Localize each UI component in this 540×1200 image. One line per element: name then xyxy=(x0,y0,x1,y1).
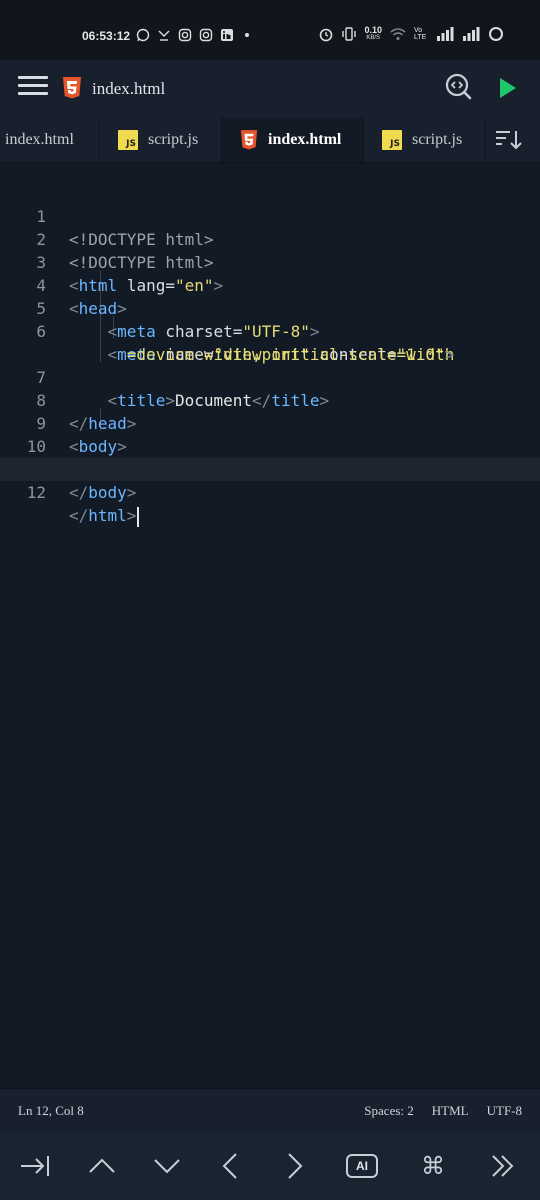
code-line: 6 <meta name="viewport" content="width xyxy=(0,297,540,364)
code-line-wrap: =device-width, initial-scale=1.0"> xyxy=(126,345,455,364)
tab-script-js[interactable]: JS script.js xyxy=(364,118,486,162)
text-cursor xyxy=(137,506,140,527)
file-title: index.html xyxy=(92,79,166,98)
code-line: 10 <script src="script.js"></script> xyxy=(0,412,540,479)
tab-key-button[interactable] xyxy=(19,1150,51,1182)
battery-icon xyxy=(489,27,503,41)
html5-icon xyxy=(240,130,258,150)
arrow-up-button[interactable] xyxy=(86,1150,118,1182)
shortcut-key-bar: AI ⌘ xyxy=(0,1132,540,1200)
code-line: 2 <!DOCTYPE html> xyxy=(0,205,540,272)
arrow-right-button[interactable] xyxy=(279,1150,311,1182)
chevron-right-icon xyxy=(288,1153,303,1179)
chevron-up-icon xyxy=(89,1158,115,1173)
cursor-position[interactable]: Ln 12, Col 8 xyxy=(18,1103,84,1119)
ai-assist-button[interactable]: AI xyxy=(346,1150,378,1182)
tab-index-html-active[interactable]: index.html xyxy=(222,118,364,162)
wifi-icon xyxy=(390,28,406,40)
encoding[interactable]: UTF-8 xyxy=(487,1103,522,1119)
code-line: 7 <title>Document</title> xyxy=(0,343,540,410)
network-speed: 0.10 KB/S xyxy=(364,25,382,42)
volte-label: Vo LTE xyxy=(414,27,427,41)
html5-icon xyxy=(63,77,81,99)
arrow-left-button[interactable] xyxy=(214,1150,246,1182)
language-mode[interactable]: HTML xyxy=(432,1103,469,1119)
command-button[interactable]: ⌘ xyxy=(417,1150,449,1182)
instagram-icon xyxy=(178,28,192,42)
tab-script-js[interactable]: JS script.js xyxy=(100,118,222,162)
editor-status-bar: Ln 12, Col 8 Spaces: 2 HTML UTF-8 xyxy=(0,1088,540,1133)
arrow-down-button[interactable] xyxy=(151,1150,183,1182)
js-file-icon: JS xyxy=(118,130,138,150)
code-line: 8 </head> xyxy=(0,366,540,433)
instagram-icon xyxy=(199,28,213,42)
ai-icon: AI xyxy=(346,1154,378,1178)
double-chevron-right-icon xyxy=(492,1155,514,1177)
code-search-icon[interactable] xyxy=(443,72,473,102)
code-line: 9 <body> xyxy=(0,389,540,456)
code-line: 1 <!DOCTYPE html> xyxy=(0,182,540,249)
hamburger-icon xyxy=(18,76,48,79)
chevron-left-icon xyxy=(222,1153,237,1179)
code-line-current: 12 </html> xyxy=(0,458,540,527)
alarm-icon xyxy=(320,28,333,42)
tab-arrow-icon xyxy=(21,1156,49,1176)
chevron-down-icon xyxy=(154,1159,180,1174)
tab-index-html[interactable]: index.html xyxy=(0,118,100,162)
play-icon[interactable] xyxy=(498,77,518,99)
system-status-bar: 06:53:12 0.10 KB/S Vo LTE xyxy=(0,0,540,60)
code-line: 3 <html lang="en"> xyxy=(0,228,540,295)
indentation-setting[interactable]: Spaces: 2 xyxy=(364,1103,413,1119)
linkedin-icon xyxy=(221,29,233,41)
whatsapp-icon xyxy=(136,28,150,42)
line-number: 12 xyxy=(26,483,46,502)
notification-dot-icon xyxy=(245,33,249,37)
missed-call-icon xyxy=(158,30,170,41)
code-line: 5 <meta charset="UTF-8"> xyxy=(0,274,540,341)
code-line: 11 </body> xyxy=(0,435,540,502)
signal-icon xyxy=(437,27,454,41)
signal-icon xyxy=(463,27,480,41)
file-tabs: index.html JS script.js index.html JS sc… xyxy=(0,118,540,163)
menu-button[interactable] xyxy=(18,72,48,102)
app-bar: index.html xyxy=(0,60,540,118)
more-keys-button[interactable] xyxy=(487,1150,519,1182)
clock: 06:53:12 xyxy=(82,29,131,43)
sort-tabs-icon[interactable] xyxy=(494,128,524,152)
command-icon: ⌘ xyxy=(421,1152,445,1180)
js-file-icon: JS xyxy=(382,130,402,150)
code-line: 4 <head> xyxy=(0,251,540,318)
vibrate-icon xyxy=(342,27,357,41)
